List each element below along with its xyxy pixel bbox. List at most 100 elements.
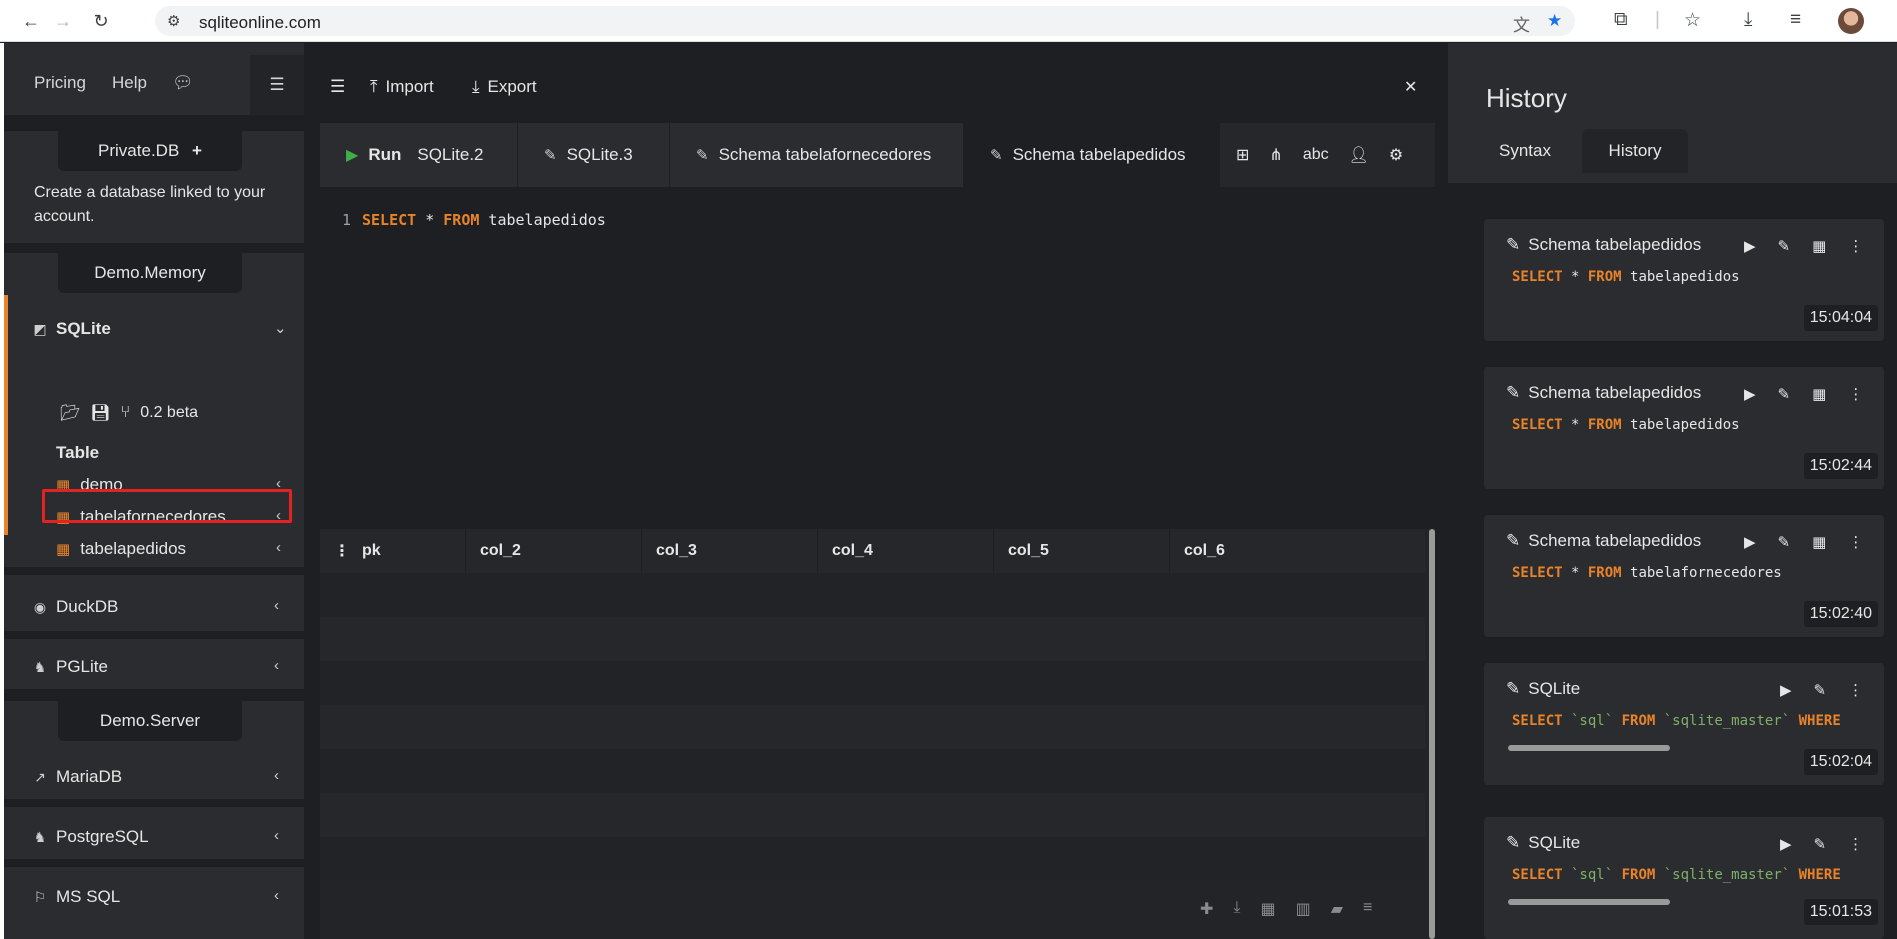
query-text: tabelafornecedores [1621,565,1782,581]
table-view-icon[interactable]: ▦ [1260,899,1275,919]
chevron-left-icon[interactable]: ‹ [276,539,281,556]
grid-column-pk[interactable]: ⋮ pk [320,529,466,573]
run-icon[interactable]: ▶ [346,145,358,165]
run-icon[interactable]: ▶ [1780,835,1792,853]
bookmark-star-icon[interactable]: ★ [1547,11,1562,31]
tab-sqlite-2[interactable]: ▶ Run SQLite.2 [320,123,518,187]
more-icon[interactable]: ⋮ [1848,385,1863,403]
chevron-left-icon[interactable]: ‹ [274,887,279,904]
add-tab-icon[interactable]: ⊞ [1236,145,1249,165]
spellcheck-icon[interactable]: abc [1303,146,1329,164]
chevron-down-icon[interactable]: ⌄ [274,319,287,337]
address-bar[interactable]: ⚙ sqliteonline.com 文 ★ [155,6,1575,36]
engine-mariadb[interactable]: ↗ MariaDB [32,767,122,787]
tab-tools: ⊞ ⋔ abc 👤︎ ⚙ [1236,123,1403,187]
tab-schema-tabelafornecedores[interactable]: ✎ Schema tabelafornecedores [670,123,964,187]
chat-icon[interactable]: 💬︎ [172,73,194,93]
tab-syntax[interactable]: Syntax [1480,129,1570,173]
menu-icon[interactable]: ☰ [330,77,345,97]
forward-icon[interactable]: → [50,8,76,34]
horizontal-scrollbar[interactable] [1508,745,1670,751]
history-title: History [1486,83,1567,113]
history-card[interactable]: ✎ SQLite ▶ ✎ ⋮ SELECT `sql` FROM `sqlite_… [1484,817,1884,939]
grid-column-col-6[interactable]: col_6 [1170,529,1425,573]
book-icon[interactable]: ▰ [1331,899,1343,919]
chevron-left-icon[interactable]: ‹ [274,827,279,844]
grid-icon[interactable]: ▦ [1812,237,1826,255]
run-icon[interactable]: ▶ [1744,533,1756,551]
profile-avatar[interactable] [1838,8,1864,34]
more-icon[interactable]: ⋮ [1848,681,1863,699]
sidebar-top: Pricing Help 💬︎ ☰ [4,43,304,115]
more-icon[interactable]: ⋮ [1848,533,1863,551]
download-icon[interactable]: ⤓ [1233,899,1240,919]
engine-mssql[interactable]: ⚐ MS SQL [32,887,121,907]
run-icon[interactable]: ▶ [1744,385,1756,403]
history-card[interactable]: ✎ Schema tabelapedidos ▶ ✎ ▦ ⋮ SELECT * F… [1484,515,1884,637]
edit-icon[interactable]: ✎ [1778,385,1791,403]
grid-icon[interactable]: ▦ [1812,533,1826,551]
database-icon[interactable]: ☰ [250,55,304,115]
history-card[interactable]: ✎ Schema tabelapedidos ▶ ✎ ▦ ⋮ SELECT * F… [1484,367,1884,489]
pricing-link[interactable]: Pricing [34,73,86,93]
active-indicator [4,295,8,535]
sql-editor[interactable]: 1 SELECT * FROM tabelapedidos [320,187,1435,547]
run-icon[interactable]: ▶ [1744,237,1756,255]
history-card[interactable]: ✎ Schema tabelapedidos ▶ ✎ ▦ ⋮ SELECT * F… [1484,219,1884,341]
more-icon[interactable]: ⋮ [1848,237,1863,255]
engine-sqlite[interactable]: ◩ SQLite [32,319,110,339]
grid-column-col-3[interactable]: col_3 [642,529,818,573]
gear-icon[interactable]: ⚙ [1389,145,1403,165]
back-icon[interactable]: ← [18,8,44,34]
bookmarks-icon[interactable]: ☆ [1684,9,1701,32]
tab-sqlite-3[interactable]: ✎ SQLite.3 [518,123,670,187]
chevron-left-icon[interactable]: ‹ [274,597,279,614]
tab-history[interactable]: History [1582,129,1688,173]
save-icon[interactable]: 💾︎ [90,403,110,423]
help-link[interactable]: Help [112,73,147,93]
private-db-label[interactable]: Private.DB + [58,131,242,171]
chart-icon[interactable]: ▥ [1296,899,1311,919]
reload-icon[interactable]: ↻ [88,8,114,34]
tab-schema-tabelapedidos[interactable]: ✎ Schema tabelapedidos [964,123,1220,187]
download-icon[interactable]: ⤓ [1744,9,1752,31]
engine-pglite[interactable]: ♞ PGLite [32,657,108,677]
run-button[interactable]: Run [368,145,401,165]
edit-icon[interactable]: ✎ [1778,237,1791,255]
reading-list-icon[interactable]: ≡ [1790,9,1801,31]
close-icon[interactable]: ✕ [1404,77,1417,97]
divider [4,115,304,131]
grid-column-col-5[interactable]: col_5 [994,529,1170,573]
folder-open-icon[interactable]: 📂︎ [60,403,80,423]
add-icon[interactable]: + [192,141,202,160]
grid-scrollbar[interactable] [1429,529,1435,939]
export-button[interactable]: ⤓ Export [472,77,537,97]
share-icon[interactable]: ⋔ [1269,145,1282,165]
run-icon[interactable]: ▶ [1780,681,1792,699]
url-text[interactable]: sqliteonline.com [199,13,321,33]
site-settings-icon[interactable]: ⚙ [167,12,180,30]
code-line[interactable]: SELECT * FROM tabelapedidos [362,211,606,229]
edit-icon[interactable]: ✎ [1814,681,1827,699]
extensions-icon[interactable]: ⧉ [1614,9,1628,31]
grid-column-col-4[interactable]: col_4 [818,529,994,573]
grid-icon[interactable]: ▦ [1812,385,1826,403]
add-row-icon[interactable]: ✚ [1200,899,1213,919]
table-item-tabelapedidos[interactable]: ▦ tabelapedidos [56,539,186,559]
grid-column-col-2[interactable]: col_2 [466,529,642,573]
import-button[interactable]: ⤒ Import [370,77,434,97]
engine-duckdb[interactable]: ◉ DuckDB [32,597,118,617]
edit-icon[interactable]: ✎ [1778,533,1791,551]
column-menu-icon[interactable]: ⋮ [334,541,350,561]
horizontal-scrollbar[interactable] [1508,899,1670,905]
more-icon[interactable]: ⋮ [1848,835,1863,853]
chevron-left-icon[interactable]: ‹ [274,767,279,784]
edit-icon[interactable]: ✎ [1814,835,1827,853]
schema-tree-icon[interactable]: ⑂ [121,404,131,422]
user-icon[interactable]: 👤︎ [1349,145,1369,165]
history-card[interactable]: ✎ SQLite ▶ ✎ ⋮ SELECT `sql` FROM `sqlite_… [1484,663,1884,785]
engine-postgresql[interactable]: ♞ PostgreSQL [32,827,149,847]
chevron-left-icon[interactable]: ‹ [274,657,279,674]
translate-icon[interactable]: 文 [1513,11,1530,36]
list-icon[interactable]: ≡ [1363,899,1372,919]
